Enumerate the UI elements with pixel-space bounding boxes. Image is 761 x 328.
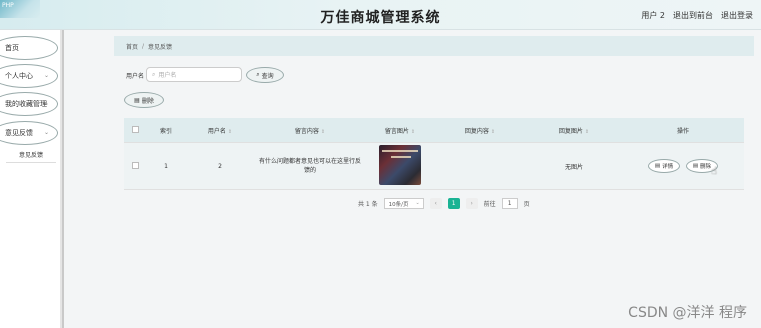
page-size-value: 10条/页 [388, 201, 409, 208]
sidebar-item-label: 意见反馈 [5, 129, 33, 137]
sidebar-item-label: 我的收藏管理 [5, 100, 47, 108]
next-page-button[interactable]: › [465, 198, 478, 209]
thumbnail-detail [382, 150, 418, 152]
column-header-reply[interactable]: 回复内容 ⇕ [434, 126, 526, 135]
username-filter-label: 用户名 [126, 73, 145, 80]
sidebar-item-home[interactable]: 首页 [0, 36, 58, 60]
column-header-username[interactable]: 用户名 ⇕ [186, 126, 254, 135]
sidebar: 首页 个人中心 ⌄ 我的收藏管理 ⌄ 意见反馈 ⌄ 意见反馈 [0, 30, 64, 328]
select-all-checkbox[interactable] [131, 125, 139, 133]
row-checkbox[interactable] [131, 161, 139, 169]
table-row: 1 2 有什么问题都者意见也可以在这里行反馈的 无图片 ▤ 详情 ▤ 删除 [124, 142, 744, 190]
cell-content: 有什么问题都者意见也可以在这里行反馈的 [258, 158, 361, 174]
sort-icon[interactable]: ⇕ [321, 129, 325, 135]
delete-button-label: 删除 [141, 97, 154, 105]
select-all-cell [124, 125, 146, 135]
username-search-input[interactable]: ⌕ 用户名 [146, 67, 242, 82]
sidebar-item-personal-center[interactable]: 个人中心 ⌄ [0, 64, 58, 88]
breadcrumb: 首页 / 意见反馈 [114, 36, 754, 56]
chevron-down-icon: ⌄ [43, 129, 49, 136]
csdn-watermark: CSDN @洋洋 程序 [628, 305, 747, 321]
sidebar-item-label: 首页 [5, 44, 19, 52]
breadcrumb-current: 意见反馈 [148, 43, 173, 51]
sidebar-item-feedback[interactable]: 意见反馈 ⌄ [0, 121, 58, 145]
sidebar-item-favorites[interactable]: 我的收藏管理 ⌄ [0, 92, 58, 116]
feedback-table: 索引 用户名 ⇕ 留言内容 ⇕ 留言图片 ⇕ 回复内容 ⇕ 回复图片 ⇕ 操作 1 2 有… [124, 118, 744, 190]
breadcrumb-home[interactable]: 首页 [126, 42, 138, 51]
back-to-front-link[interactable]: 退出到前台 [673, 10, 713, 21]
cell-username: 2 [218, 162, 222, 170]
hand-cursor-icon: ☝ [711, 166, 718, 177]
column-header-label: 留言图片 [384, 127, 409, 135]
search-placeholder: 用户名 [158, 72, 177, 79]
sidebar-divider [60, 30, 62, 328]
sort-icon[interactable]: ⇕ [585, 129, 589, 135]
sidebar-subitem-feedback[interactable]: 意见反馈 [6, 150, 56, 163]
batch-delete-button[interactable]: ▤ 删除 [124, 92, 164, 108]
column-header-label: 用户名 [207, 127, 226, 135]
search-icon: ⌕ [152, 70, 156, 78]
column-header-label: 留言内容 [294, 127, 319, 135]
search-button-label: 查询 [261, 72, 274, 80]
breadcrumb-separator: / [142, 42, 145, 50]
sidebar-item-label: 个人中心 [5, 72, 33, 80]
column-header-actions: 操作 [676, 127, 689, 135]
pagination: 共 1 条 10条/页 ⌄ ‹ 1 › 前往 1 页 [358, 198, 530, 209]
cell-actions: ▤ 详情 ▤ 删除 [622, 159, 744, 173]
user-label: 用户 2 [641, 11, 665, 20]
column-header-reply-image[interactable]: 回复图片 ⇕ [526, 126, 622, 135]
goto-page-input[interactable]: 1 [501, 198, 518, 209]
column-header-index: 索引 [159, 127, 172, 135]
pagination-total: 共 1 条 [358, 201, 378, 208]
sort-icon[interactable]: ⇕ [411, 129, 415, 135]
chevron-down-icon: ⌄ [415, 200, 420, 206]
page-size-select[interactable]: 10条/页 ⌄ [383, 198, 424, 209]
chevron-down-icon: ⌄ [43, 100, 49, 107]
detail-button-label: 详情 [662, 164, 674, 170]
prev-page-button[interactable]: ‹ [429, 198, 442, 209]
top-header: PHP 万佳商城管理系统 用户 2 退出到前台 退出登录 [0, 0, 761, 30]
search-button[interactable]: ⌕ 查询 [246, 67, 284, 83]
sort-icon[interactable]: ⇕ [491, 129, 495, 135]
detail-icon: ▤ [654, 163, 661, 169]
trash-icon: ▤ [692, 163, 699, 169]
logout-link[interactable]: 退出登录 [721, 10, 753, 21]
cell-index: 1 [164, 162, 168, 170]
chevron-down-icon: ⌄ [43, 72, 49, 79]
goto-suffix: 页 [523, 201, 530, 208]
table-header-row: 索引 用户名 ⇕ 留言内容 ⇕ 留言图片 ⇕ 回复内容 ⇕ 回复图片 ⇕ 操作 [124, 118, 744, 142]
column-header-content[interactable]: 留言内容 ⇕ [254, 126, 366, 135]
thumbnail-detail [391, 156, 411, 158]
header-links: 用户 2 退出到前台 退出登录 [641, 10, 753, 21]
cell-reply-image: 无图片 [564, 163, 583, 171]
row-select-cell [124, 161, 146, 171]
feedback-image-thumbnail[interactable] [379, 145, 421, 185]
goto-prefix: 前往 [483, 201, 496, 208]
current-page-button[interactable]: 1 [447, 198, 460, 209]
cell-image [366, 145, 434, 187]
column-header-label: 回复图片 [558, 127, 583, 135]
search-icon: ⌕ [256, 71, 260, 78]
detail-button[interactable]: ▤ 详情 [648, 159, 681, 173]
trash-icon: ▤ [134, 96, 140, 104]
sort-icon[interactable]: ⇕ [228, 129, 232, 135]
column-header-label: 回复内容 [464, 127, 489, 135]
delete-button-label: 删除 [700, 164, 712, 170]
column-header-image[interactable]: 留言图片 ⇕ [366, 126, 434, 135]
